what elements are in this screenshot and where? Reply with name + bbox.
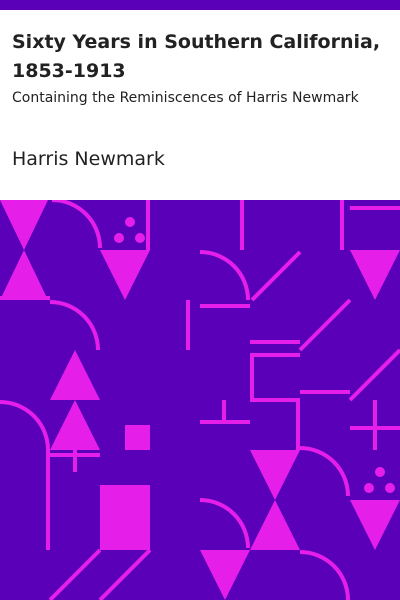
square-shape [100,485,150,500]
dot-shape [114,233,124,243]
dot-shape [135,233,145,243]
dot-shape [385,483,395,493]
book-subtitle: Containing the Reminiscences of Harris N… [12,90,359,106]
top-accent-bar [0,0,400,10]
book-title: Sixty Years in Southern California, 1853… [12,31,381,82]
dot-shape [364,483,374,493]
dot-shape [125,217,135,227]
dot-shape [375,467,385,477]
cover-pattern-art [0,200,400,600]
square-shape [125,425,150,450]
cover-header: Sixty Years in Southern California, 1853… [0,10,400,200]
square-shape [100,500,150,550]
book-author: Harris Newmark [12,148,165,170]
